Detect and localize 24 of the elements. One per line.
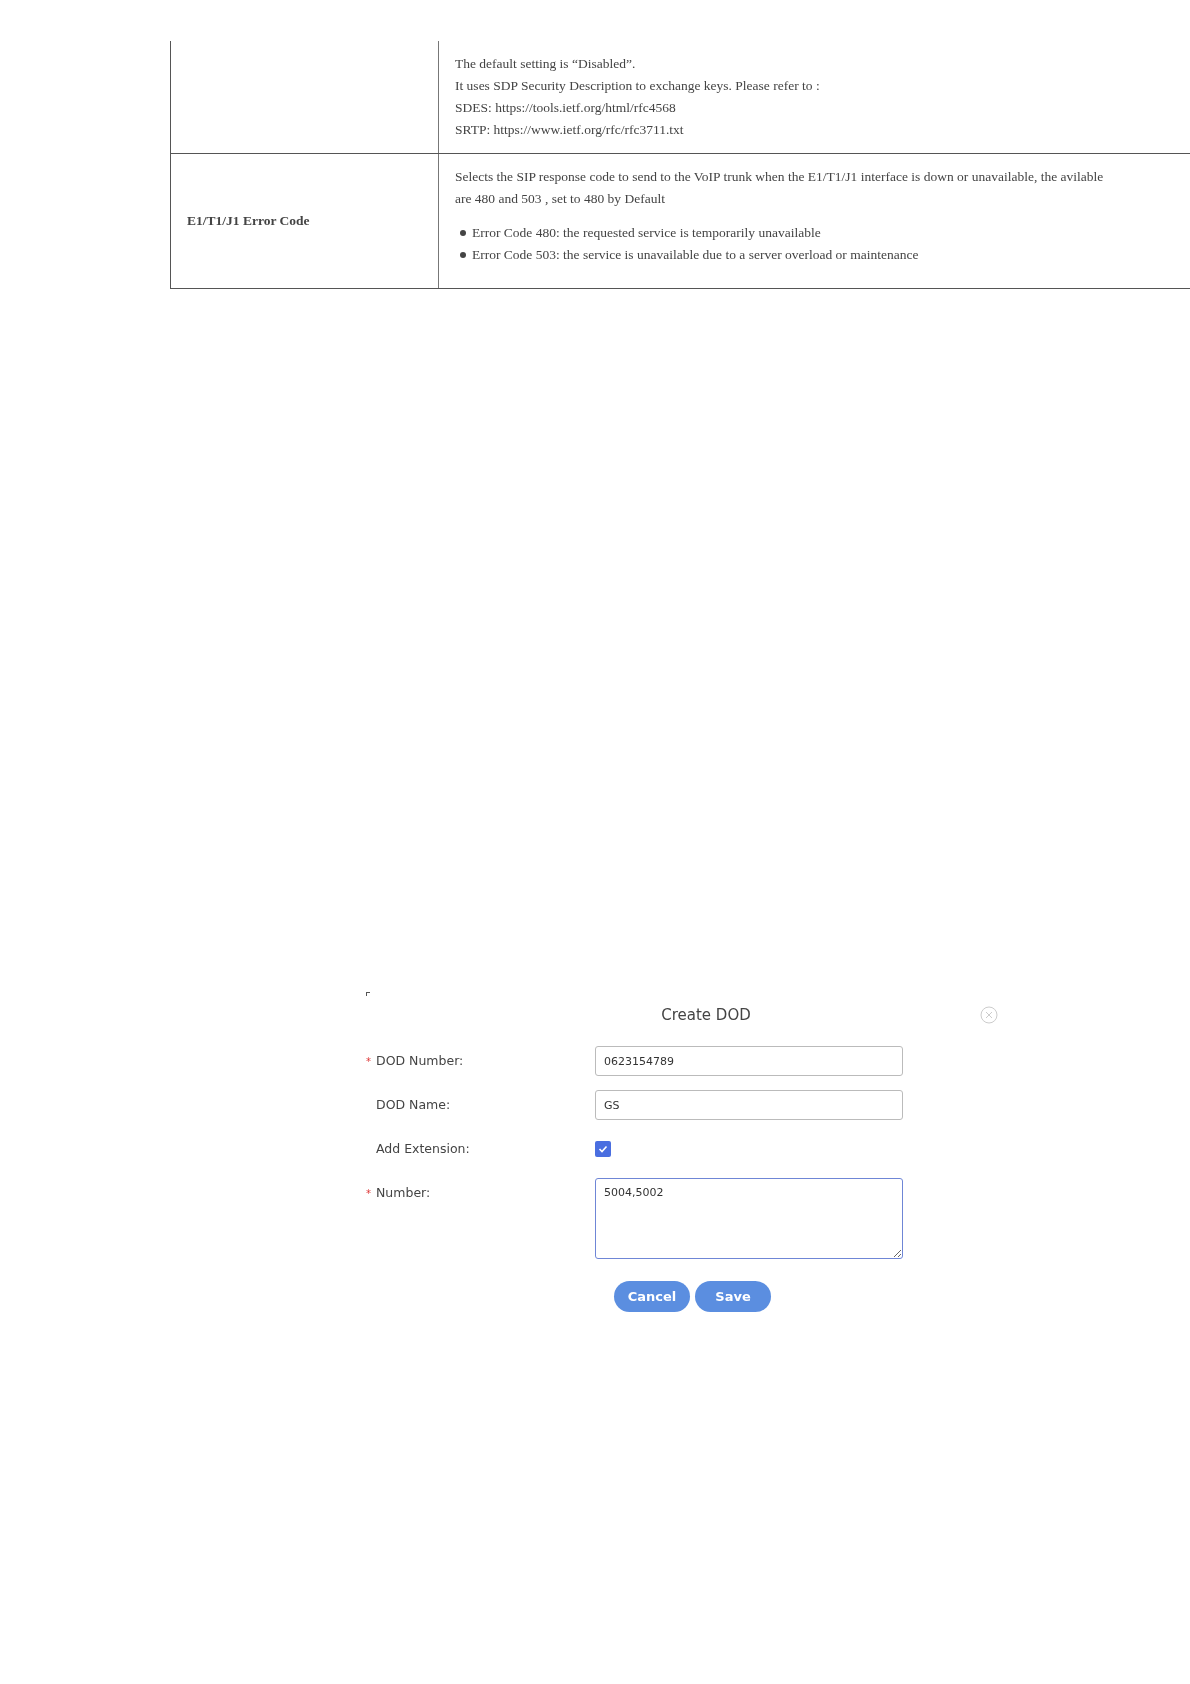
description-text: Selects the SIP response code to send to the VoIP trunk when the E1/T1/J1 interface is down or unavailable, the avilable: [455, 168, 1104, 186]
dialog-title: Create DOD: [661, 1005, 751, 1026]
description-text: SDES: https://tools.ietf.org/html/rfc4568: [455, 99, 676, 117]
check-icon: [598, 1144, 608, 1154]
corner-mark: [366, 992, 370, 996]
required-mark: *: [366, 1187, 371, 1199]
description-text: It uses SDP Security Description to exchange keys. Please refer to :: [455, 77, 820, 95]
field-label: Number:: [376, 1184, 431, 1202]
row-header: E1/T1/J1 Error Code: [187, 211, 310, 230]
description-text: are 480 and 503 , set to 480 by Default: [455, 190, 665, 208]
text-field[interactable]: 0623154789: [595, 1046, 903, 1076]
description-text: The default setting is “Disabled”.: [455, 55, 636, 73]
text-field[interactable]: GS: [595, 1090, 903, 1120]
bullet-icon: [460, 230, 466, 236]
checkbox[interactable]: [595, 1141, 611, 1157]
field-label: DOD Name:: [376, 1096, 451, 1114]
description-text: SRTP: https://www.ietf.org/rfc/rfc3711.txt: [455, 121, 684, 139]
bullet-icon: [460, 252, 466, 258]
bullet-text: Error Code 480: the requested service is temporarily unavailable: [472, 224, 821, 242]
bullet-text: Error Code 503: the service is unavailable due to a server overload or maintenance: [472, 246, 919, 264]
number-field[interactable]: 5004,5002: [595, 1178, 903, 1259]
field-label: Add Extension:: [376, 1140, 470, 1158]
required-mark: *: [366, 1055, 371, 1067]
field-label: DOD Number:: [376, 1052, 464, 1070]
